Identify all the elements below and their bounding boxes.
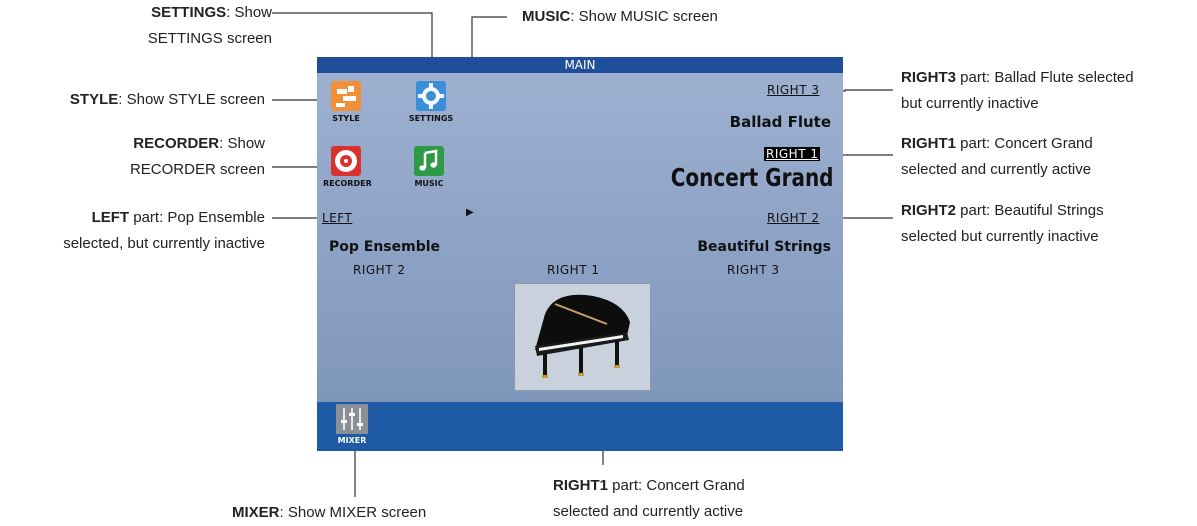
annotation-music: MUSIC: Show MUSIC screen — [522, 8, 718, 25]
annotation-right2: RIGHT2 part: Beautiful Strings selected … — [901, 202, 1104, 245]
screen-title: MAIN — [317, 57, 843, 73]
recorder-button[interactable]: RECORDER — [323, 146, 372, 196]
style-button-label: STYLE — [332, 114, 360, 123]
settings-button-label: SETTINGS — [408, 114, 454, 123]
sub-label-right3[interactable]: RIGHT 3 — [727, 263, 779, 277]
style-button[interactable]: STYLE — [323, 81, 369, 131]
style-icon — [331, 81, 361, 111]
annotation-style: STYLE: Show STYLE screen — [69, 91, 265, 108]
mixer-icon — [336, 404, 368, 434]
recorder-icon — [331, 146, 361, 176]
grand-piano-icon — [535, 294, 630, 378]
sub-label-right2[interactable]: RIGHT 2 — [353, 263, 405, 277]
right3-part-label[interactable]: RIGHT 3 — [767, 83, 819, 97]
right2-voice-name[interactable]: Beautiful Strings — [697, 239, 831, 255]
right2-part-label[interactable]: RIGHT 2 — [767, 211, 819, 225]
left-voice-name[interactable]: Pop Ensemble — [329, 239, 440, 255]
left-part-label[interactable]: LEFT — [322, 211, 352, 225]
bottom-bar — [317, 402, 843, 451]
music-button-label: MUSIC — [414, 179, 444, 188]
sub-label-right1[interactable]: RIGHT 1 — [547, 263, 599, 277]
right3-voice-name[interactable]: Ballad Flute — [730, 113, 831, 131]
annotation-left: LEFT part: Pop Ensemble selected, but cu… — [63, 209, 265, 252]
annotation-settings: SETTINGS: Show SETTINGS screen — [147, 4, 272, 47]
annotation-right1: RIGHT1 part: Concert Grand selected and … — [901, 135, 1093, 178]
recorder-button-label: RECORDER — [323, 179, 372, 188]
annotation-right3: RIGHT3 part: Ballad Flute selected but c… — [901, 69, 1134, 112]
settings-button[interactable]: SETTINGS — [406, 81, 456, 131]
main-screen: MAIN STYLE SETTINGS RECORDER MUSIC RIGHT… — [317, 57, 843, 451]
mixer-button-label: MIXER — [337, 436, 367, 445]
right1-voice-name[interactable]: Concert Grand — [670, 163, 833, 192]
music-note-icon — [414, 146, 444, 176]
mixer-button[interactable]: MIXER — [334, 402, 371, 451]
annotation-right1-bottom: RIGHT1 part: Concert Grand selected and … — [553, 477, 745, 520]
music-button[interactable]: MUSIC — [406, 146, 452, 196]
right1-part-label-text: RIGHT 1 — [764, 147, 821, 161]
voice-image[interactable] — [514, 283, 651, 391]
annotation-recorder: RECORDER: Show RECORDER screen — [129, 135, 265, 178]
right1-part-label[interactable]: RIGHT 1 — [764, 147, 821, 161]
gear-icon — [416, 81, 446, 111]
annotation-mixer: MIXER: Show MIXER screen — [232, 504, 427, 521]
arrow-indicator: ▶ — [466, 207, 475, 218]
